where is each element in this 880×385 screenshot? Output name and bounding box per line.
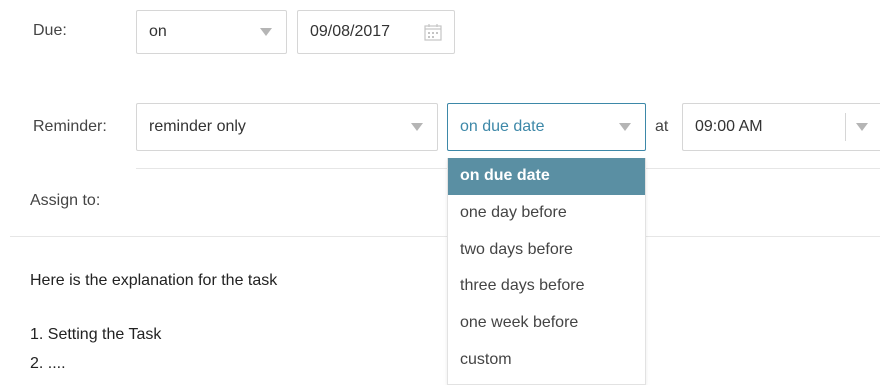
- chevron-down-icon: [619, 123, 631, 131]
- dropdown-option[interactable]: three days before: [448, 268, 645, 305]
- reminder-time-value: 09:00 AM: [695, 118, 763, 135]
- chevron-down-icon: [411, 123, 423, 131]
- due-mode-select[interactable]: on: [136, 10, 287, 54]
- reminder-when-select[interactable]: on due date: [447, 103, 646, 151]
- reminder-at-label: at: [655, 118, 669, 135]
- chevron-down-icon: [260, 28, 272, 36]
- reminder-type-value: reminder only: [149, 118, 246, 135]
- dropdown-option[interactable]: custom: [448, 342, 645, 379]
- description-line-1: Here is the explanation for the task: [30, 272, 278, 289]
- chevron-down-icon: [856, 123, 868, 131]
- time-divider: [845, 113, 846, 141]
- reminder-time-select[interactable]: 09:00 AM: [682, 103, 880, 151]
- reminder-when-value: on due date: [460, 118, 545, 135]
- reminder-when-dropdown: on due date one day before two days befo…: [447, 158, 646, 385]
- due-date-input[interactable]: 09/08/2017: [297, 10, 455, 54]
- calendar-icon[interactable]: [424, 23, 442, 41]
- assign-label: Assign to:: [30, 192, 101, 209]
- due-mode-value: on: [149, 23, 167, 40]
- dropdown-option[interactable]: two days before: [448, 232, 645, 269]
- description-line-3: 2. ....: [30, 355, 66, 372]
- dropdown-option[interactable]: on due date: [448, 158, 645, 195]
- section-divider: [10, 236, 880, 237]
- reminder-label: Reminder:: [33, 118, 107, 135]
- reminder-type-select[interactable]: reminder only: [136, 103, 438, 151]
- dropdown-option[interactable]: one day before: [448, 195, 645, 232]
- description-line-2: 1. Setting the Task: [30, 326, 162, 343]
- due-date-value: 09/08/2017: [310, 23, 391, 40]
- dropdown-option[interactable]: one week before: [448, 305, 645, 342]
- due-label: Due:: [33, 22, 67, 39]
